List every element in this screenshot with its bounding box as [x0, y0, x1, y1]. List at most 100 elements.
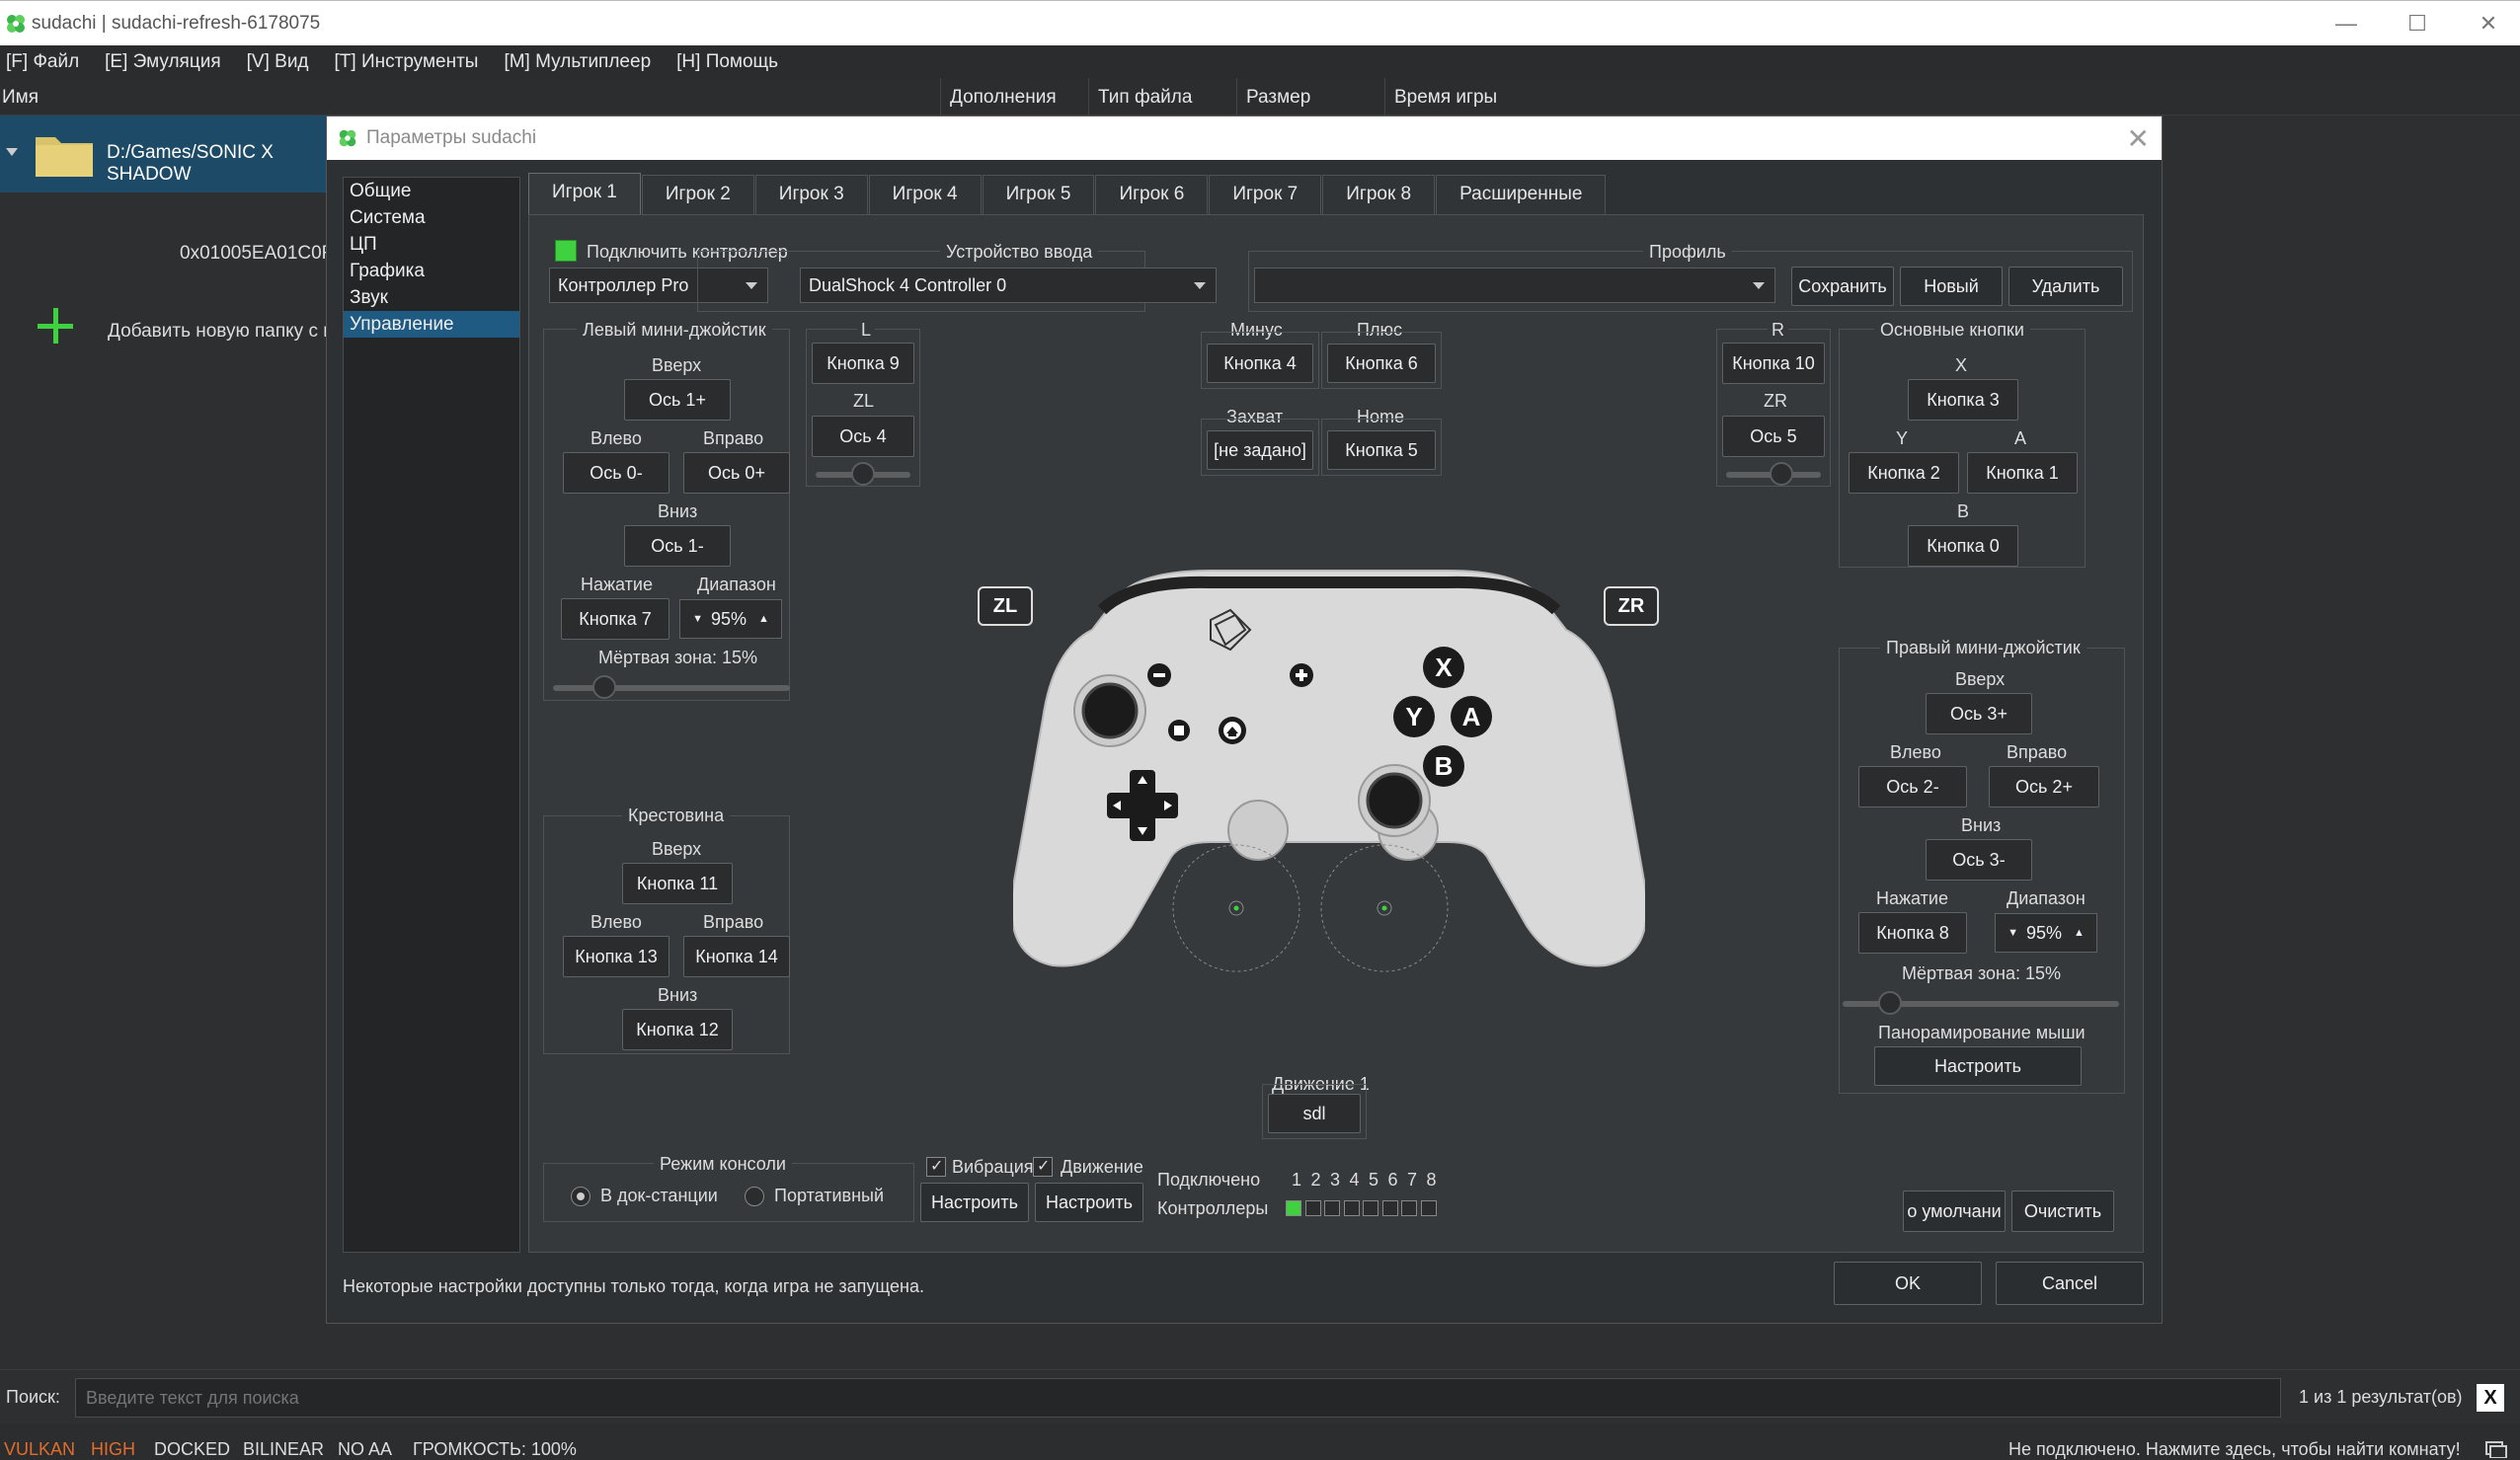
column-addons[interactable]: Дополнения: [950, 87, 1057, 109]
tab-player-3[interactable]: Игрок 3: [754, 175, 868, 214]
zr-button[interactable]: Ось 5: [1722, 416, 1825, 457]
controller-slot-1[interactable]: [1286, 1200, 1301, 1216]
menu-help[interactable]: [H] Помощь: [676, 51, 778, 73]
menu-emulation[interactable]: [E] Эмуляция: [105, 51, 220, 73]
column-size[interactable]: Размер: [1246, 87, 1310, 109]
status-volume[interactable]: ГРОМКОСТЬ: 100%: [413, 1439, 577, 1460]
controller-slot-4[interactable]: [1343, 1200, 1360, 1216]
sidebar-item-audio[interactable]: Звук: [344, 284, 519, 311]
left-stick-right-button[interactable]: Ось 0+: [683, 452, 790, 494]
right-stick-up-button[interactable]: Ось 3+: [1926, 693, 2032, 734]
controller-slot-5[interactable]: [1363, 1200, 1378, 1216]
maximize-button[interactable]: ☐: [2382, 1, 2453, 46]
sidebar-item-graphics[interactable]: Графика: [344, 258, 519, 284]
minus-button[interactable]: Кнопка 4: [1207, 344, 1313, 383]
left-stick-down-button[interactable]: Ось 1-: [624, 525, 731, 567]
status-network[interactable]: Не подключено. Нажмите здесь, чтобы найт…: [2008, 1439, 2461, 1460]
vibration-checkbox[interactable]: ✓: [926, 1157, 946, 1177]
menu-multiplayer[interactable]: [M] Мультиплеер: [504, 51, 651, 73]
right-stick-deadzone-slider[interactable]: [1843, 991, 2119, 1015]
face-y-button[interactable]: Кнопка 2: [1849, 452, 1959, 494]
add-folder-text[interactable]: Добавить новую папку с и: [108, 321, 334, 343]
column-filetype[interactable]: Тип файла: [1098, 87, 1192, 109]
input-device-select[interactable]: DualShock 4 Controller 0: [800, 268, 1217, 303]
right-stick-right-button[interactable]: Ось 2+: [1989, 766, 2099, 807]
profile-delete-button[interactable]: Удалить: [2008, 267, 2123, 306]
slider-handle[interactable]: [851, 462, 875, 486]
dialog-close-button[interactable]: ✕: [2127, 122, 2150, 155]
controller-slot-3[interactable]: [1324, 1200, 1340, 1216]
tab-player-2[interactable]: Игрок 2: [641, 175, 754, 214]
left-stick-deadzone-slider[interactable]: [553, 675, 790, 699]
status-api[interactable]: VULKAN: [4, 1439, 75, 1460]
network-icon[interactable]: [2484, 1440, 2508, 1458]
connect-controller-checkbox[interactable]: [555, 240, 577, 262]
tab-player-6[interactable]: Игрок 6: [1095, 175, 1209, 214]
column-name[interactable]: Имя: [2, 87, 39, 109]
right-stick-left-button[interactable]: Ось 2-: [1858, 766, 1967, 807]
search-input[interactable]: [75, 1378, 2281, 1418]
minimize-button[interactable]: —: [2311, 1, 2382, 46]
cancel-button[interactable]: Cancel: [1996, 1262, 2144, 1305]
spin-down-icon[interactable]: ▼: [692, 613, 703, 625]
game-folder-row[interactable]: D:/Games/SONIC X SHADOW: [0, 115, 336, 192]
face-x-button[interactable]: Кнопка 3: [1908, 379, 2018, 421]
menu-file[interactable]: [F] Файл: [6, 51, 79, 73]
r-button[interactable]: Кнопка 10: [1722, 343, 1825, 384]
zl-button[interactable]: Ось 4: [812, 416, 914, 457]
handheld-radio[interactable]: [745, 1187, 764, 1206]
dpad-up-button[interactable]: Кнопка 11: [622, 863, 733, 904]
motion-checkbox[interactable]: ✓: [1033, 1157, 1053, 1177]
capture-button[interactable]: [не задано]: [1207, 430, 1313, 470]
controller-slot-7[interactable]: [1401, 1200, 1417, 1216]
face-b-button[interactable]: Кнопка 0: [1908, 525, 2018, 567]
dpad-left-button[interactable]: Кнопка 13: [563, 936, 669, 977]
spin-down-icon[interactable]: ▼: [2008, 927, 2018, 939]
tab-player-4[interactable]: Игрок 4: [868, 175, 982, 214]
tab-advanced[interactable]: Расширенные: [1436, 175, 1607, 214]
status-filter[interactable]: BILINEAR: [243, 1439, 324, 1460]
left-stick-press-button[interactable]: Кнопка 7: [561, 598, 669, 640]
dpad-down-button[interactable]: Кнопка 12: [622, 1009, 733, 1050]
sidebar-item-general[interactable]: Общие: [344, 178, 519, 204]
controller-slot-6[interactable]: [1381, 1200, 1398, 1216]
restore-defaults-button[interactable]: о умолчани: [1903, 1191, 2006, 1232]
l-button[interactable]: Кнопка 9: [812, 343, 914, 384]
dpad-right-button[interactable]: Кнопка 14: [683, 936, 790, 977]
slider-handle[interactable]: [1770, 462, 1793, 486]
mouse-panning-configure-button[interactable]: Настроить: [1874, 1046, 2082, 1086]
profile-save-button[interactable]: Сохранить: [1791, 267, 1894, 306]
right-stick-range-spinbox[interactable]: ▼ 95% ▲: [1995, 913, 2097, 953]
tab-player-8[interactable]: Игрок 8: [1322, 175, 1436, 214]
status-accuracy[interactable]: HIGH: [91, 1439, 135, 1460]
profile-select[interactable]: [1254, 268, 1775, 303]
expand-arrow-icon[interactable]: [6, 148, 18, 156]
zl-threshold-slider[interactable]: [816, 462, 910, 486]
controller-slot-2[interactable]: [1304, 1200, 1321, 1216]
search-clear-button[interactable]: X: [2477, 1384, 2504, 1412]
left-stick-up-button[interactable]: Ось 1+: [624, 379, 731, 421]
menu-tools[interactable]: [T] Инструменты: [335, 51, 479, 73]
sidebar-item-controls[interactable]: Управление: [344, 311, 519, 338]
column-playtime[interactable]: Время игры: [1394, 87, 1497, 109]
close-window-button[interactable]: ✕: [2453, 1, 2520, 46]
right-stick-press-button[interactable]: Кнопка 8: [1858, 912, 1967, 954]
tab-player-5[interactable]: Игрок 5: [982, 175, 1095, 214]
left-stick-left-button[interactable]: Ось 0-: [563, 452, 669, 494]
vibration-configure-button[interactable]: Настроить: [920, 1183, 1029, 1222]
slider-handle[interactable]: [592, 675, 616, 699]
zr-threshold-slider[interactable]: [1726, 462, 1821, 486]
left-stick-range-spinbox[interactable]: ▼ 95% ▲: [679, 599, 782, 639]
slider-handle[interactable]: [1878, 991, 1902, 1015]
menu-view[interactable]: [V] Вид: [247, 51, 309, 73]
home-button[interactable]: Кнопка 5: [1327, 430, 1436, 470]
motion-button[interactable]: sdl: [1268, 1094, 1361, 1133]
spin-up-icon[interactable]: ▲: [758, 613, 769, 625]
tab-player-1[interactable]: Игрок 1: [528, 173, 641, 214]
spin-up-icon[interactable]: ▲: [2074, 927, 2085, 939]
face-a-button[interactable]: Кнопка 1: [1967, 452, 2078, 494]
controller-slot-8[interactable]: [1420, 1200, 1437, 1216]
sidebar-item-cpu[interactable]: ЦП: [344, 231, 519, 258]
profile-new-button[interactable]: Новый: [1900, 267, 2003, 306]
tab-player-7[interactable]: Игрок 7: [1209, 175, 1322, 214]
